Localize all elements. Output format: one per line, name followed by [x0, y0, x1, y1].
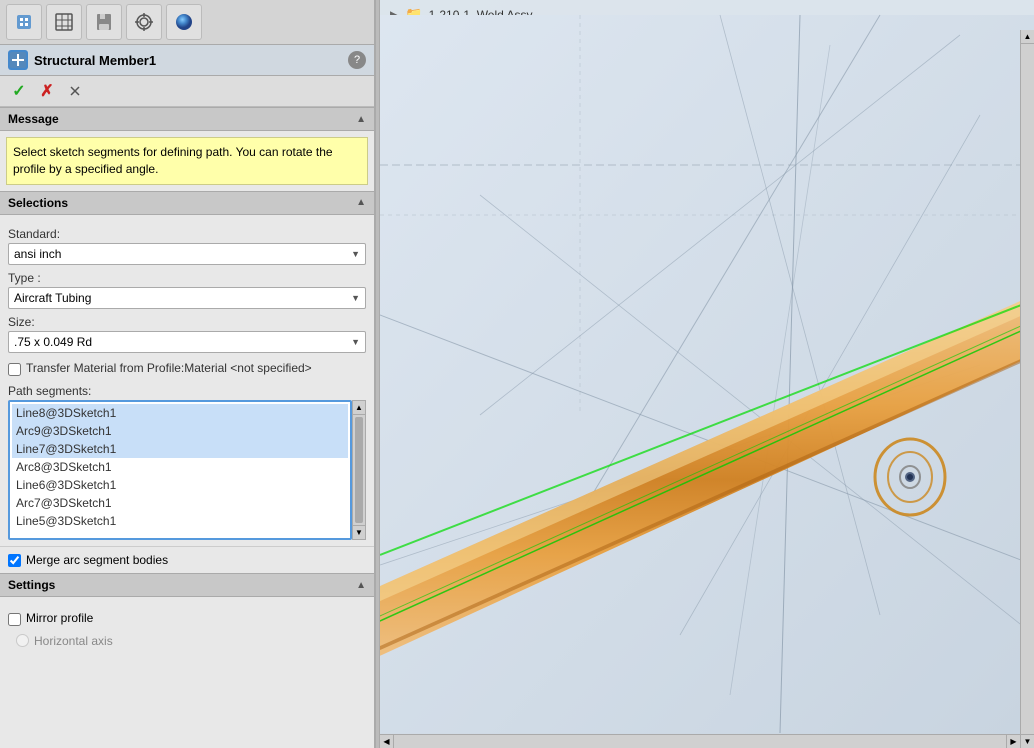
- viewport-svg: [380, 0, 1034, 748]
- feature-title: Structural Member1: [34, 53, 342, 68]
- path-segments-list: Line8@3DSketch1Arc9@3DSketch1Line7@3DSke…: [8, 400, 352, 540]
- vscroll-up[interactable]: ▲: [1021, 30, 1034, 44]
- message-chevron[interactable]: ▲: [356, 114, 366, 125]
- transfer-material-row: Transfer Material from Profile:Material …: [8, 361, 366, 377]
- home-button[interactable]: [6, 4, 42, 40]
- feature-icon: [8, 50, 28, 70]
- path-segments-label: Path segments:: [8, 384, 366, 398]
- save-button[interactable]: [86, 4, 122, 40]
- mirror-profile-checkbox[interactable]: [8, 613, 21, 626]
- path-item[interactable]: Arc8@3DSketch1: [12, 458, 348, 476]
- viewport-scrollbar-h[interactable]: ◀ ▶: [380, 734, 1020, 748]
- message-box: Select sketch segments for defining path…: [6, 137, 368, 185]
- standard-dropdown-wrapper: ansi inch ansi metric iso din: [8, 243, 366, 265]
- standard-dropdown[interactable]: ansi inch ansi metric iso din: [8, 243, 366, 265]
- settings-section-label: Settings: [8, 578, 55, 592]
- path-item[interactable]: Arc7@3DSketch1: [12, 494, 348, 512]
- action-row: ✓ ✗: [0, 76, 374, 107]
- merge-row: Merge arc segment bodies: [0, 546, 374, 573]
- horizontal-axis-radio[interactable]: [16, 634, 29, 647]
- mirror-profile-row: Mirror profile: [8, 611, 366, 626]
- scroll-thumb: [355, 417, 363, 523]
- horizontal-axis-row: Horizontal axis: [16, 634, 366, 648]
- cancel-button[interactable]: ✗: [36, 80, 58, 102]
- merge-checkbox[interactable]: [8, 554, 21, 567]
- path-item[interactable]: Arc9@3DSketch1: [12, 422, 348, 440]
- settings-content: Mirror profile Horizontal axis: [0, 597, 374, 662]
- settings-chevron[interactable]: ▲: [356, 580, 366, 591]
- path-item[interactable]: Line6@3DSketch1: [12, 476, 348, 494]
- transfer-material-label[interactable]: Transfer Material from Profile:Material …: [26, 361, 312, 377]
- message-section-label: Message: [8, 112, 59, 126]
- message-section-header[interactable]: Message ▲: [0, 107, 374, 131]
- type-dropdown[interactable]: Aircraft Tubing Pipe Tube Channel: [8, 287, 366, 309]
- viewport-scrollbar-v[interactable]: ▲ ▼: [1020, 30, 1034, 748]
- standard-label: Standard:: [8, 227, 366, 241]
- pin-button[interactable]: [64, 80, 86, 102]
- scroll-up-arrow[interactable]: ▲: [353, 401, 365, 415]
- appearance-button[interactable]: [166, 4, 202, 40]
- hscroll-track: [394, 735, 1006, 748]
- panel-content: Message ▲ Select sketch segments for def…: [0, 107, 374, 748]
- size-dropdown-wrapper: .75 x 0.049 Rd .50 x 0.035 Rd 1.0 x 0.06…: [8, 331, 366, 353]
- selections-chevron[interactable]: ▲: [356, 197, 366, 208]
- viewport: ▶ 📁 1-210-1, Weld Assy -...: [380, 0, 1034, 748]
- size-dropdown[interactable]: .75 x 0.049 Rd .50 x 0.035 Rd 1.0 x 0.06…: [8, 331, 366, 353]
- confirm-button[interactable]: ✓: [8, 80, 30, 102]
- selections-section-header[interactable]: Selections ▲: [0, 191, 374, 215]
- transfer-material-checkbox[interactable]: [8, 363, 21, 376]
- mirror-profile-label[interactable]: Mirror profile: [26, 611, 93, 625]
- horizontal-axis-label[interactable]: Horizontal axis: [34, 634, 113, 648]
- vscroll-down[interactable]: ▼: [1021, 734, 1034, 748]
- toolbar: [0, 0, 374, 45]
- scroll-down-arrow[interactable]: ▼: [353, 525, 365, 539]
- path-item[interactable]: Line8@3DSketch1: [12, 404, 348, 422]
- selections-section-label: Selections: [8, 196, 68, 210]
- path-list-scrollbar[interactable]: ▲ ▼: [352, 400, 366, 540]
- path-item[interactable]: Line5@3DSketch1: [12, 512, 348, 530]
- settings-section-header[interactable]: Settings ▲: [0, 573, 374, 597]
- hscroll-right[interactable]: ▶: [1006, 735, 1020, 748]
- type-label: Type :: [8, 271, 366, 285]
- target-button[interactable]: [126, 4, 162, 40]
- size-label: Size:: [8, 315, 366, 329]
- selections-content: Standard: ansi inch ansi metric iso din …: [0, 215, 374, 547]
- feature-header: Structural Member1 ?: [0, 45, 374, 76]
- hscroll-left[interactable]: ◀: [380, 735, 394, 748]
- type-dropdown-wrapper: Aircraft Tubing Pipe Tube Channel: [8, 287, 366, 309]
- help-button[interactable]: ?: [348, 51, 366, 69]
- vscroll-track: [1021, 44, 1034, 734]
- path-item[interactable]: Line7@3DSketch1: [12, 440, 348, 458]
- merge-label[interactable]: Merge arc segment bodies: [26, 553, 168, 567]
- sketch-button[interactable]: [46, 4, 82, 40]
